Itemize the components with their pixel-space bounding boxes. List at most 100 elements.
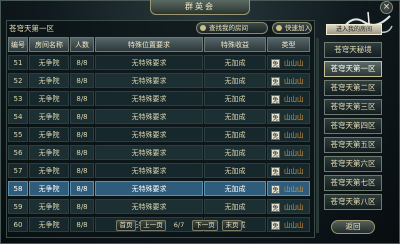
room-requirement: 无特殊要求 xyxy=(95,91,203,106)
room-id: 52 xyxy=(8,73,28,88)
room-requirement: 无特殊要求 xyxy=(95,109,203,124)
room-type: 免 xyxy=(271,95,280,104)
room-type-cell: 免 山山山 xyxy=(267,55,310,70)
table-row-selected[interactable]: 58 无争院 8/8 无特殊要求 无加成 免 山山山 xyxy=(8,181,310,196)
room-type-cell: 免 山山山 xyxy=(267,163,310,178)
room-type-cell: 免 山山山 xyxy=(267,181,310,196)
zone-button[interactable]: 苍穹天第二区 xyxy=(324,80,382,96)
room-name: 无争院 xyxy=(29,91,69,106)
last-page-button[interactable]: 末页 xyxy=(222,220,242,231)
header-gain: 特殊收益 xyxy=(204,37,266,52)
room-count: 8/8 xyxy=(70,181,94,196)
room-id: 60 xyxy=(8,217,28,232)
room-type-cell: 免 山山山 xyxy=(267,91,310,106)
table-row[interactable]: 56 无争院 8/8 无特殊要求 无加成 免 山山山 xyxy=(8,145,310,160)
scrollbar[interactable] xyxy=(316,38,319,233)
header-count: 人数 xyxy=(70,37,94,52)
room-count: 8/8 xyxy=(70,199,94,214)
room-id: 53 xyxy=(8,91,28,106)
header-id: 编号 xyxy=(8,37,28,52)
window-title: 群英会 xyxy=(150,0,250,15)
room-count: 8/8 xyxy=(70,127,94,142)
room-id: 59 xyxy=(8,199,28,214)
room-name: 无争院 xyxy=(29,73,69,88)
room-requirement: 无特殊要求 xyxy=(95,127,203,142)
room-id: 56 xyxy=(8,145,28,160)
room-id: 58 xyxy=(8,181,28,196)
room-name: 无争院 xyxy=(29,217,69,232)
table-row[interactable]: 52 无争院 8/8 无特殊要求 无加成 免 山山山 xyxy=(8,73,310,88)
room-requirement: 无特殊要求 xyxy=(95,73,203,88)
room-status: 山山山 xyxy=(284,77,304,85)
zone-button-active[interactable]: 苍穹天第一区 xyxy=(324,61,382,77)
header-room-name: 房间名称 xyxy=(29,37,69,52)
room-gain: 无加成 xyxy=(204,73,266,88)
table-header: 编号 房间名称 人数 特殊位置要求 特殊收益 类型 xyxy=(8,37,310,52)
table-row[interactable]: 54 无争院 8/8 无特殊要求 无加成 免 山山山 xyxy=(8,109,310,124)
table-row[interactable]: 55 无争院 8/8 无特殊要求 无加成 免 山山山 xyxy=(8,127,310,142)
room-status: 山山山 xyxy=(284,113,304,121)
zone-button[interactable]: 苍穹天第三区 xyxy=(324,99,382,115)
room-type: 免 xyxy=(271,149,280,158)
room-type-cell: 免 山山山 xyxy=(267,217,310,232)
room-count: 8/8 xyxy=(70,217,94,232)
room-gain: 无加成 xyxy=(204,181,266,196)
zone-button[interactable]: 苍穹天第五区 xyxy=(324,137,382,153)
room-requirement: 无特殊要求 xyxy=(95,145,203,160)
room-id: 51 xyxy=(8,55,28,70)
room-count: 8/8 xyxy=(70,145,94,160)
room-id: 54 xyxy=(8,109,28,124)
header-requirement: 特殊位置要求 xyxy=(95,37,203,52)
room-name: 无争院 xyxy=(29,127,69,142)
room-status: 山山山 xyxy=(284,185,304,193)
room-type-cell: 免 山山山 xyxy=(267,73,310,88)
room-count: 8/8 xyxy=(70,91,94,106)
room-gain: 无加成 xyxy=(204,91,266,106)
zone-button[interactable]: 苍穹天第八区 xyxy=(324,194,382,210)
table-row[interactable]: 53 无争院 8/8 无特殊要求 无加成 免 山山山 xyxy=(8,91,310,106)
room-id: 57 xyxy=(8,163,28,178)
find-my-room-label: 查找我的房间 xyxy=(209,24,248,32)
next-page-button[interactable]: 下一页 xyxy=(192,220,218,231)
section-title: 苍穹天第一区 xyxy=(9,24,54,33)
room-name: 无争院 xyxy=(29,163,69,178)
room-requirement: 无特殊要求 xyxy=(95,181,203,196)
room-gain: 无加成 xyxy=(204,127,266,142)
table-row[interactable]: 57 无争院 8/8 无特殊要求 无加成 免 山山山 xyxy=(8,163,310,178)
room-status: 山山山 xyxy=(284,167,304,175)
find-my-room-button[interactable]: 查找我的房间 xyxy=(196,22,268,34)
lightning-icon xyxy=(276,25,282,31)
table-row[interactable]: 59 无争院 8/8 无特殊要求 无加成 免 山山山 xyxy=(8,199,310,214)
back-button[interactable]: 返回 xyxy=(331,220,375,234)
prev-page-button[interactable]: 上一页 xyxy=(140,220,166,231)
room-gain: 无加成 xyxy=(204,199,266,214)
table-row[interactable]: 51 无争院 8/8 无特殊要求 无加成 免 山山山 xyxy=(8,55,310,70)
first-page-button[interactable]: 首页 xyxy=(116,220,136,231)
room-status: 山山山 xyxy=(284,203,304,211)
room-type: 免 xyxy=(271,77,280,86)
zone-button[interactable]: 苍穹天第四区 xyxy=(324,118,382,134)
room-status: 山山山 xyxy=(284,95,304,103)
room-gain: 无加成 xyxy=(204,145,266,160)
zone-button[interactable]: 苍穹天第七区 xyxy=(324,175,382,191)
enter-my-room-button[interactable]: 进入我的房间 xyxy=(326,24,382,35)
room-name: 无争院 xyxy=(29,145,69,160)
room-type: 免 xyxy=(271,185,280,194)
room-status: 山山山 xyxy=(284,59,304,67)
quick-join-button[interactable]: 快速加入 xyxy=(272,22,312,34)
room-requirement: 无特殊要求 xyxy=(95,199,203,214)
room-status: 山山山 xyxy=(284,221,304,229)
room-count: 8/8 xyxy=(70,55,94,70)
room-type-cell: 免 山山山 xyxy=(267,145,310,160)
room-type: 免 xyxy=(271,221,280,230)
room-name: 无争院 xyxy=(29,55,69,70)
room-type-cell: 免 山山山 xyxy=(267,127,310,142)
room-type-cell: 免 山山山 xyxy=(267,109,310,124)
zone-button[interactable]: 苍穹天第六区 xyxy=(324,156,382,172)
room-gain: 无加成 xyxy=(204,163,266,178)
room-id: 55 xyxy=(8,127,28,142)
zone-button[interactable]: 苍穹天秘境 xyxy=(324,42,382,58)
room-type: 免 xyxy=(271,59,280,68)
room-type: 免 xyxy=(271,113,280,122)
room-name: 无争院 xyxy=(29,199,69,214)
